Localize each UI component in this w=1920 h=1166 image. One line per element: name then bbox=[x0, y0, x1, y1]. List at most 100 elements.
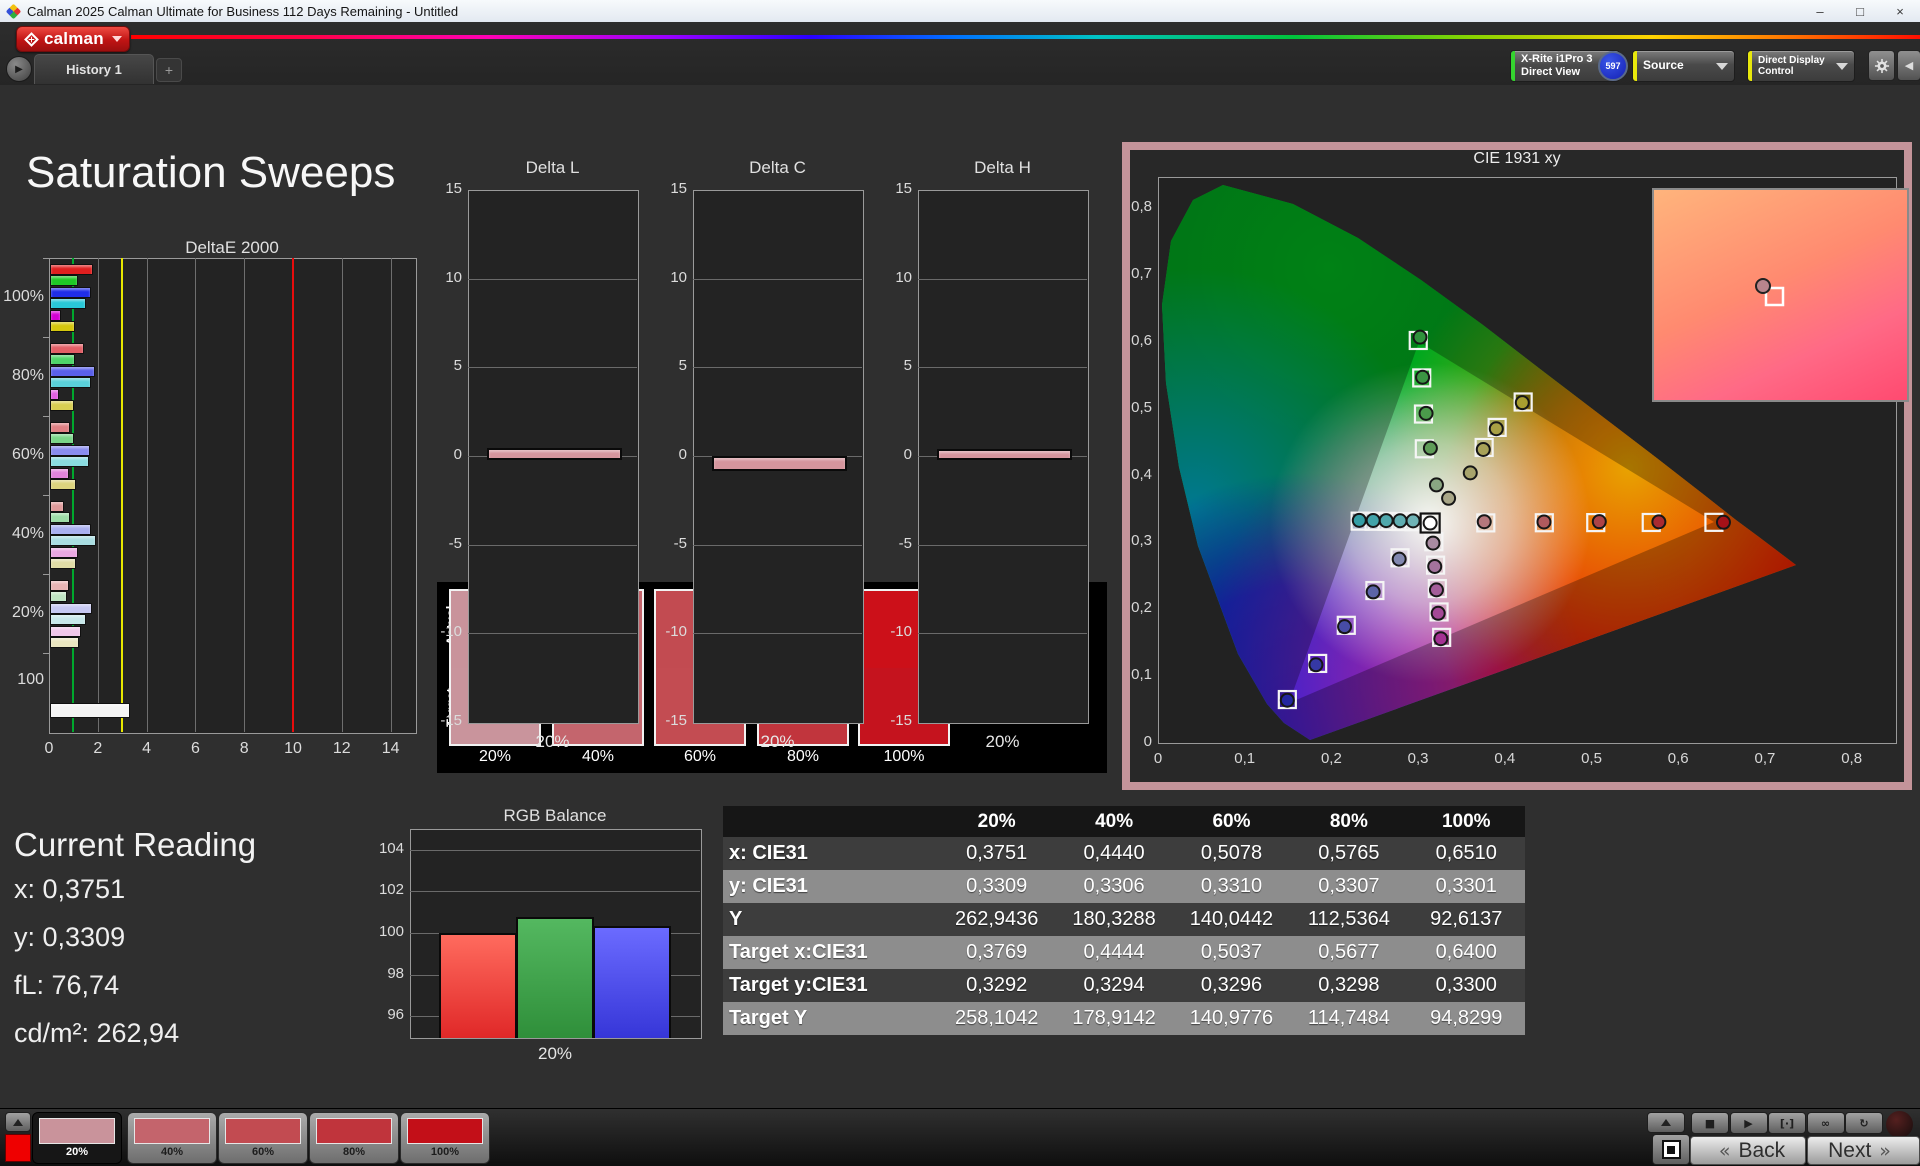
tick-label: 0 bbox=[1143, 733, 1152, 750]
tick-label: -15 bbox=[665, 712, 687, 729]
chevron-down-icon bbox=[1836, 62, 1848, 70]
tick-label: 98 bbox=[387, 964, 404, 982]
app-icon bbox=[5, 3, 22, 19]
axis-label: 60% bbox=[11, 445, 44, 463]
continuous-button[interactable]: ∞ bbox=[1806, 1112, 1845, 1134]
table-cell: 0,5765 bbox=[1318, 842, 1380, 864]
saturation-step-60%[interactable]: 60% bbox=[218, 1112, 308, 1164]
row-label: Target y:CIE31 bbox=[729, 974, 868, 996]
tick-label: 15 bbox=[895, 180, 912, 197]
source-label: Source bbox=[1643, 58, 1684, 73]
tab-scroll-button[interactable]: ▶ bbox=[6, 56, 32, 82]
bar bbox=[50, 625, 82, 637]
saturation-step-40%[interactable]: 40% bbox=[127, 1112, 217, 1164]
stop-icon: ■ bbox=[1704, 1116, 1716, 1130]
table-cell: 0,3306 bbox=[1083, 875, 1145, 897]
table-cell: 0,3298 bbox=[1318, 974, 1380, 996]
delta-title: Delta L bbox=[525, 158, 580, 177]
maximize-button[interactable]: □ bbox=[1840, 1, 1880, 21]
measured-point bbox=[1391, 551, 1407, 567]
tick-mark bbox=[43, 416, 49, 417]
play-button[interactable]: ▶ bbox=[1729, 1112, 1768, 1134]
table-cell: 0,3296 bbox=[1200, 974, 1263, 996]
tick-label: 10 bbox=[670, 268, 687, 286]
row-label: x: CIE31 bbox=[729, 842, 808, 864]
bar bbox=[50, 365, 95, 377]
table-cell: 178,9142 bbox=[1072, 1007, 1156, 1029]
chevron-down-icon bbox=[111, 36, 122, 42]
measured-point bbox=[1514, 395, 1530, 411]
back-button[interactable]: « Back bbox=[1690, 1136, 1806, 1165]
step-label: 80% bbox=[342, 1146, 366, 1158]
tick-label: -15 bbox=[890, 712, 912, 729]
display-control-dropdown[interactable]: Direct Display Control bbox=[1747, 50, 1855, 82]
measured-point bbox=[1378, 513, 1394, 529]
calman-menu-button[interactable]: calman bbox=[16, 26, 130, 52]
table-cell: 0,3292 bbox=[966, 974, 1028, 996]
add-tab-button[interactable]: + bbox=[156, 58, 182, 82]
saturation-step-80%[interactable]: 80% bbox=[309, 1112, 399, 1164]
step-label: 40% bbox=[160, 1146, 184, 1158]
meter-name: X-Rite i1Pro 3 bbox=[1521, 53, 1593, 66]
rainbow-accent-line bbox=[131, 35, 1920, 39]
gear-icon bbox=[1874, 58, 1889, 73]
measured-point bbox=[1476, 514, 1492, 530]
page-title: Saturation Sweeps bbox=[26, 148, 396, 197]
loop-button[interactable]: ↻ bbox=[1845, 1112, 1883, 1134]
expand-strip-button[interactable] bbox=[5, 1112, 31, 1132]
table-row: Target y:CIE31 0,3292 0,3294 0,3296 0,3298 0,… bbox=[723, 969, 1525, 1002]
close-button[interactable]: × bbox=[1880, 1, 1920, 21]
measured-point bbox=[1351, 512, 1367, 528]
back-label: Back bbox=[1738, 1138, 1786, 1162]
expand-transport-button[interactable] bbox=[1647, 1112, 1685, 1133]
measured-point bbox=[1428, 477, 1444, 493]
column-header bbox=[723, 806, 938, 837]
table-cell: 0,4444 bbox=[1083, 941, 1145, 963]
measured-point bbox=[1428, 582, 1444, 598]
saturation-step-20%[interactable]: 20% bbox=[32, 1112, 122, 1164]
tick-label: 5 bbox=[453, 357, 462, 375]
tab-history-1[interactable]: History 1 bbox=[34, 54, 154, 84]
table-cell: 114,7484 bbox=[1307, 1007, 1390, 1029]
table-cell: 0,5677 bbox=[1318, 941, 1380, 963]
bar bbox=[50, 703, 131, 718]
measured-point bbox=[1715, 514, 1731, 530]
minimize-button[interactable]: – bbox=[1800, 1, 1840, 21]
tick-label: 96 bbox=[387, 1006, 404, 1024]
table-cell: 92,6137 bbox=[1430, 908, 1503, 930]
bar bbox=[50, 546, 78, 558]
step-label: 20% bbox=[65, 1146, 89, 1158]
tick-mark bbox=[43, 653, 49, 654]
measured-point bbox=[1430, 605, 1446, 621]
stop-button[interactable]: ■ bbox=[1691, 1112, 1729, 1134]
bar bbox=[50, 614, 87, 626]
category-label: 20% bbox=[537, 1044, 573, 1063]
blue-bar bbox=[593, 925, 671, 1038]
table-row: x: CIE31 0,3751 0,4440 0,5078 0,5765 0,6510 bbox=[723, 837, 1525, 870]
measured-point bbox=[1418, 405, 1434, 421]
tick-label: 0 bbox=[678, 446, 687, 463]
next-button[interactable]: Next » bbox=[1807, 1136, 1920, 1165]
bar bbox=[50, 343, 84, 354]
settings-button[interactable] bbox=[1868, 50, 1895, 81]
saturation-step-100%[interactable]: 100% bbox=[400, 1112, 490, 1164]
bar bbox=[50, 321, 76, 332]
measured-point bbox=[1392, 513, 1408, 529]
tick-label: 0,5 bbox=[1581, 750, 1602, 767]
bar bbox=[50, 286, 92, 298]
collapse-panel-button[interactable]: ◀ bbox=[1897, 50, 1920, 81]
column-header: 80% bbox=[1329, 810, 1368, 832]
tick-label: 0,6 bbox=[1131, 331, 1152, 349]
stop-pattern-button[interactable] bbox=[1652, 1134, 1690, 1165]
tick-label: -10 bbox=[665, 623, 687, 641]
tick-label: 2 bbox=[93, 740, 103, 757]
reference-line bbox=[292, 258, 294, 732]
table-cell: 262,9436 bbox=[954, 908, 1039, 930]
meter-count-badge[interactable]: 597 bbox=[1598, 51, 1628, 81]
measured-point bbox=[1441, 490, 1457, 506]
tick-mark bbox=[43, 574, 49, 575]
single-measure-button[interactable]: [·] bbox=[1768, 1112, 1806, 1134]
tick-label: 0 bbox=[453, 446, 462, 463]
bar bbox=[50, 456, 89, 468]
source-dropdown[interactable]: Source bbox=[1632, 50, 1735, 82]
